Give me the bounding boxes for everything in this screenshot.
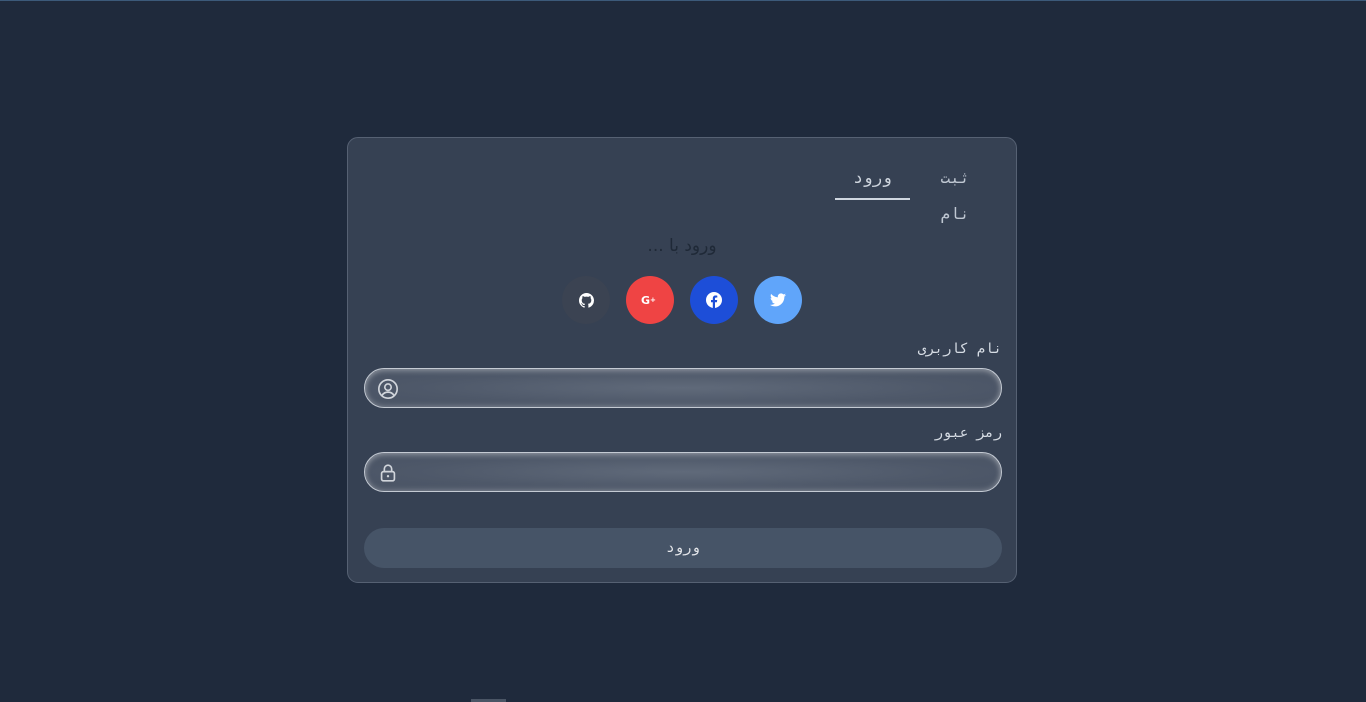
tab-login[interactable]: ورود <box>835 160 910 200</box>
github-icon <box>578 292 594 308</box>
google-plus-icon: G + <box>641 294 656 306</box>
tab-register[interactable]: ثبت نام <box>910 160 1000 223</box>
login-card: ورود ثبت نام ورود با ... G + نام کاربری … <box>347 137 1017 583</box>
top-border <box>0 0 1366 1</box>
password-label: رمز عبور <box>934 425 1002 441</box>
svg-text:+: + <box>650 296 656 304</box>
lock-icon <box>380 464 396 482</box>
password-input[interactable] <box>409 453 993 493</box>
auth-tabs: ورود ثبت نام <box>835 160 1000 223</box>
username-field-wrapper <box>364 368 1002 409</box>
twitter-icon <box>770 293 786 307</box>
svg-text:G: G <box>641 294 650 306</box>
password-field-wrapper <box>364 452 1002 493</box>
facebook-icon <box>706 292 722 308</box>
username-input[interactable] <box>409 369 993 409</box>
google-plus-button[interactable]: G + <box>626 276 674 324</box>
login-submit-button[interactable]: ورود <box>364 528 1002 568</box>
github-button[interactable] <box>562 276 610 324</box>
social-buttons: G + <box>348 276 1016 324</box>
user-circle-icon <box>378 379 398 399</box>
username-label: نام کاربری <box>917 341 1002 357</box>
twitter-button[interactable] <box>754 276 802 324</box>
facebook-button[interactable] <box>690 276 738 324</box>
social-login-title: ورود با ... <box>647 236 717 256</box>
